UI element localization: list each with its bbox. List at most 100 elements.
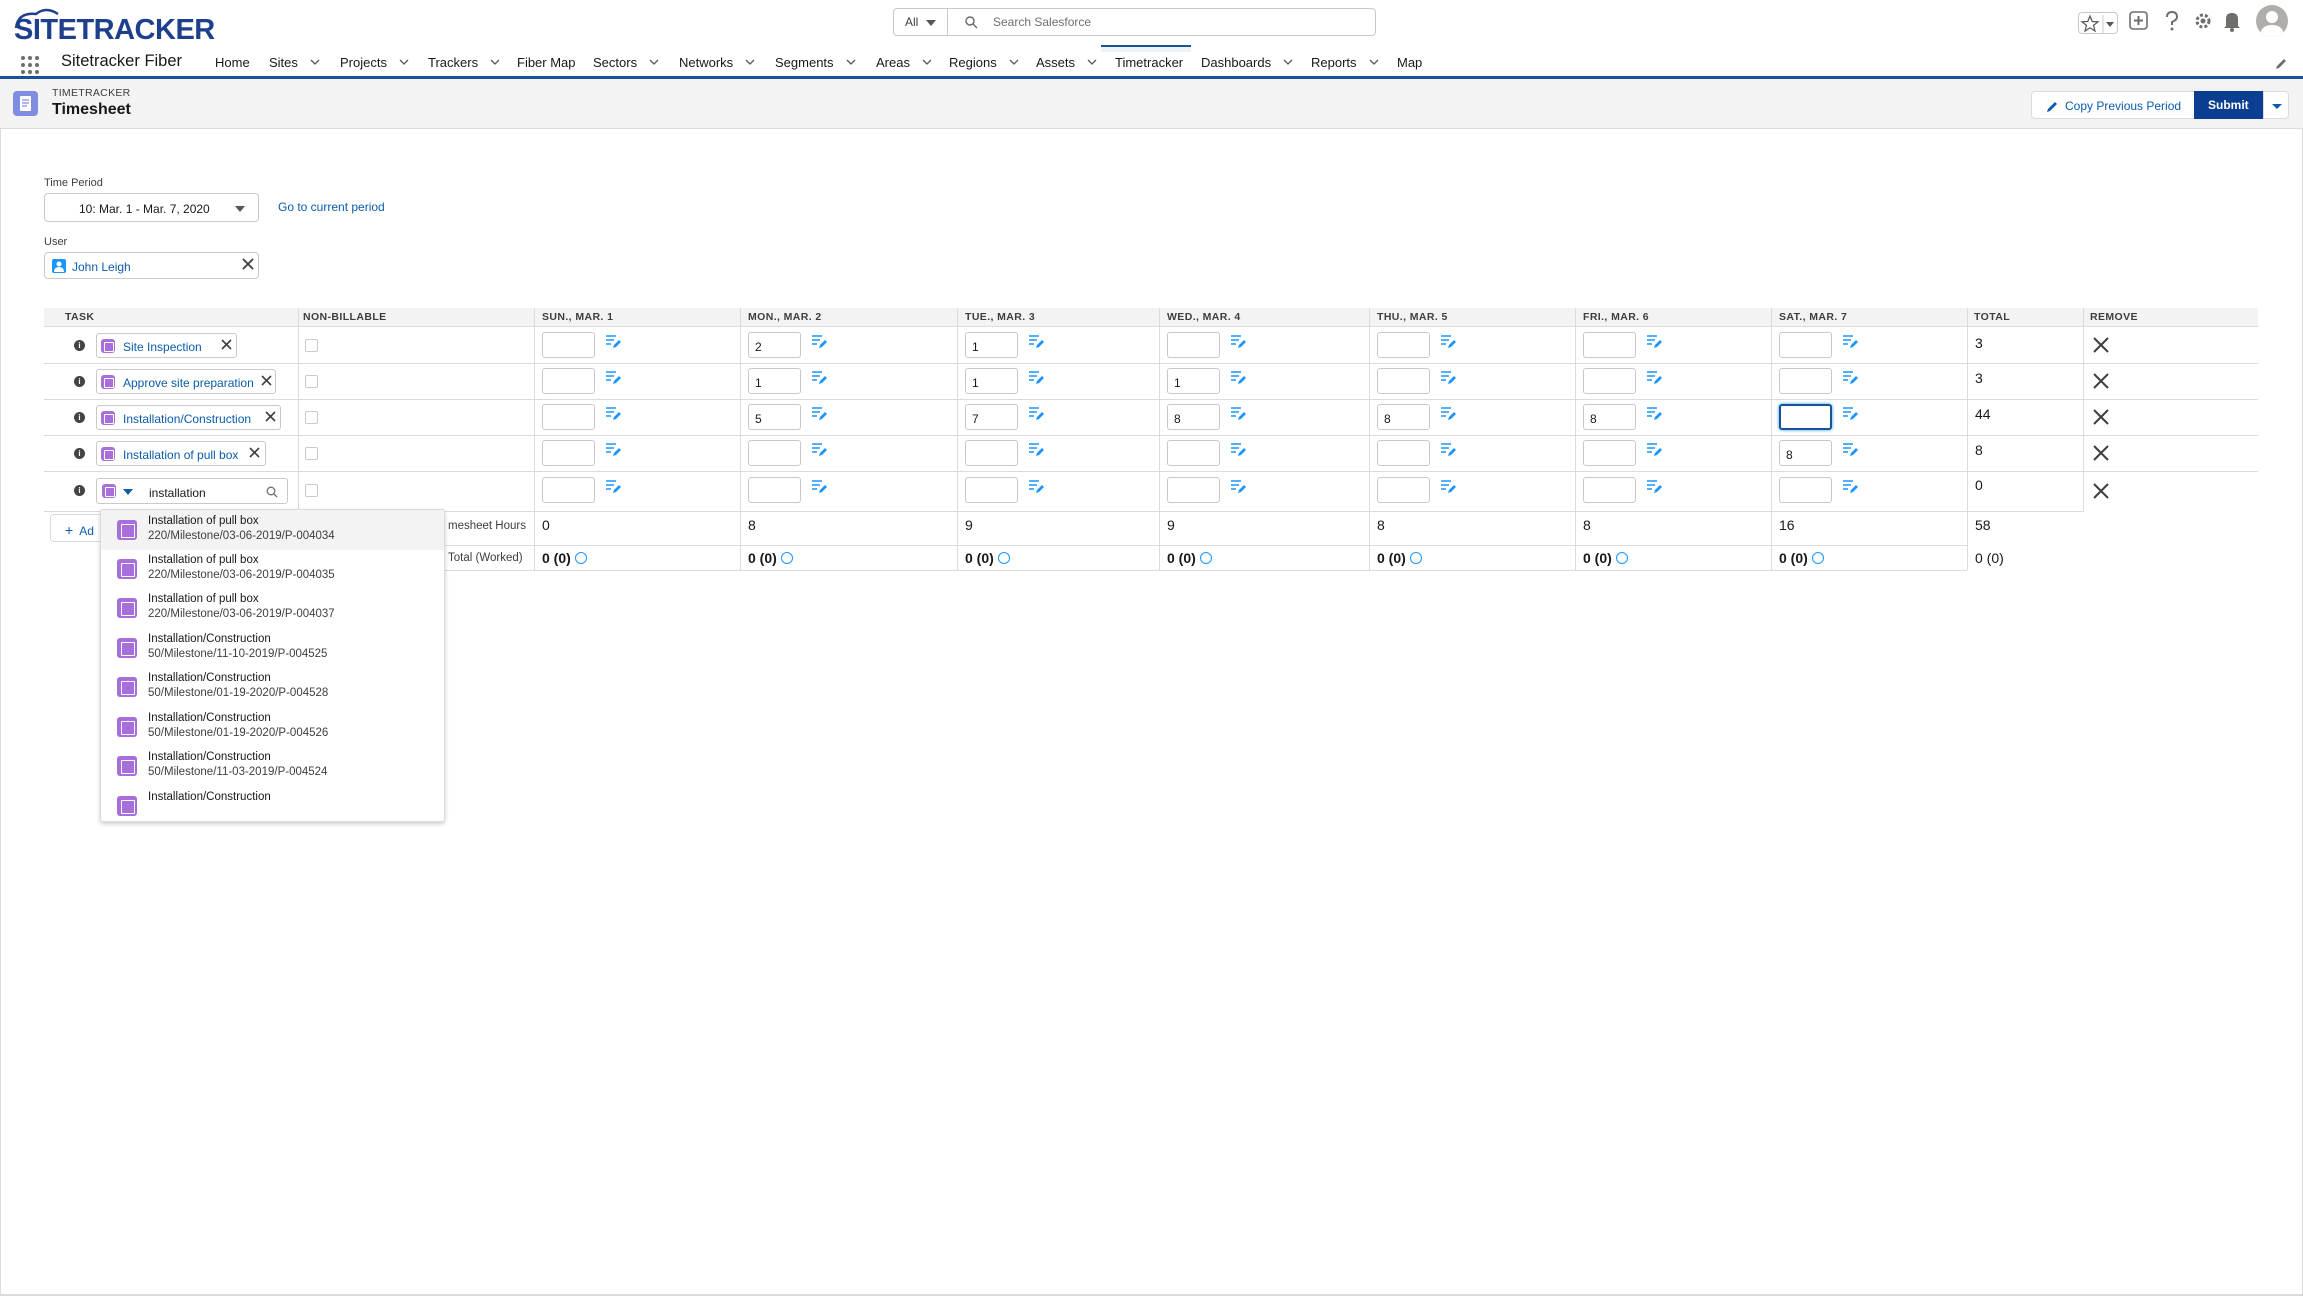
- help-button[interactable]: [2163, 10, 2181, 34]
- close-icon[interactable]: [221, 339, 232, 350]
- app-launcher-icon[interactable]: [20, 55, 40, 75]
- clock-icon[interactable]: [1409, 552, 1422, 564]
- setup-button[interactable]: [2193, 10, 2213, 34]
- chevron-down-icon[interactable]: [1369, 59, 1379, 65]
- add-note-icon[interactable]: [1439, 405, 1456, 421]
- task-search-input[interactable]: installation: [96, 478, 288, 504]
- clock-icon[interactable]: [1811, 552, 1824, 564]
- list-item[interactable]: Installation of pull box 220/Milestone/03…: [101, 549, 444, 589]
- add-note-icon[interactable]: [1645, 405, 1662, 421]
- hours-input-fri[interactable]: [1583, 477, 1636, 503]
- task-pill[interactable]: Site Inspection: [96, 333, 237, 358]
- nav-item-home[interactable]: Home: [215, 55, 250, 70]
- nav-item-areas[interactable]: Areas: [876, 55, 932, 70]
- hours-input-thu[interactable]: 8: [1377, 404, 1430, 430]
- avatar[interactable]: [2256, 5, 2288, 37]
- add-note-icon[interactable]: [1645, 333, 1662, 349]
- nonbillable-checkbox[interactable]: [305, 484, 318, 497]
- add-note-icon[interactable]: [1439, 333, 1456, 349]
- task-pill[interactable]: Installation/Construction: [96, 405, 281, 430]
- remove-row-icon[interactable]: [2093, 409, 2109, 425]
- add-note-icon[interactable]: [1439, 369, 1456, 385]
- add-note-icon[interactable]: [604, 369, 621, 385]
- clock-icon[interactable]: [997, 552, 1010, 564]
- go-to-current-period-link[interactable]: Go to current period: [278, 200, 385, 214]
- hours-input-fri[interactable]: [1583, 368, 1636, 394]
- hours-input-wed[interactable]: 8: [1167, 404, 1220, 430]
- close-icon[interactable]: [261, 375, 272, 386]
- chevron-down-icon[interactable]: [399, 59, 409, 65]
- hours-input-sun[interactable]: [542, 440, 595, 466]
- nonbillable-checkbox[interactable]: [305, 447, 318, 460]
- hours-input-sat[interactable]: [1779, 404, 1832, 430]
- add-note-icon[interactable]: [1229, 333, 1246, 349]
- edit-nav-icon[interactable]: [2274, 57, 2288, 71]
- hours-input-sun[interactable]: [542, 368, 595, 394]
- add-note-icon[interactable]: [1645, 478, 1662, 494]
- hours-input-sun[interactable]: [542, 404, 595, 430]
- chevron-down-icon[interactable]: [649, 59, 659, 65]
- nav-item-sites[interactable]: Sites: [269, 55, 320, 70]
- search-scope-select[interactable]: All: [893, 8, 947, 36]
- nav-item-projects[interactable]: Projects: [340, 55, 409, 70]
- chevron-down-icon[interactable]: [1009, 59, 1019, 65]
- notifications-button[interactable]: [2222, 10, 2242, 34]
- add-note-icon[interactable]: [1645, 441, 1662, 457]
- add-note-icon[interactable]: [1229, 405, 1246, 421]
- nonbillable-checkbox[interactable]: [305, 375, 318, 388]
- hours-input-tue[interactable]: 1: [965, 368, 1018, 394]
- info-icon[interactable]: i: [74, 485, 85, 496]
- add-note-icon[interactable]: [1841, 405, 1858, 421]
- add-note-icon[interactable]: [1229, 478, 1246, 494]
- hours-input-sat[interactable]: [1779, 477, 1832, 503]
- clock-icon[interactable]: [1199, 552, 1212, 564]
- remove-row-icon[interactable]: [2093, 483, 2109, 499]
- chevron-down-icon[interactable]: [1283, 59, 1293, 65]
- clock-icon[interactable]: [780, 552, 793, 564]
- hours-input-wed[interactable]: [1167, 332, 1220, 358]
- nav-item-networks[interactable]: Networks: [679, 55, 755, 70]
- remove-row-icon[interactable]: [2093, 373, 2109, 389]
- add-note-icon[interactable]: [1645, 369, 1662, 385]
- clock-icon[interactable]: [1615, 552, 1628, 564]
- add-note-icon[interactable]: [810, 369, 827, 385]
- hours-input-mon[interactable]: [748, 477, 801, 503]
- hours-input-mon[interactable]: 5: [748, 404, 801, 430]
- nav-item-timetracker[interactable]: Timetracker: [1115, 55, 1183, 70]
- hours-input-wed[interactable]: [1167, 477, 1220, 503]
- hours-input-fri[interactable]: [1583, 332, 1636, 358]
- nav-item-map[interactable]: Map: [1397, 55, 1422, 70]
- sitetracker-logo[interactable]: SITETRACKER: [12, 6, 215, 46]
- chevron-down-icon[interactable]: [1087, 59, 1097, 65]
- remove-row-icon[interactable]: [2093, 445, 2109, 461]
- hours-input-sat[interactable]: [1779, 368, 1832, 394]
- add-note-icon[interactable]: [810, 405, 827, 421]
- hours-input-tue[interactable]: 7: [965, 404, 1018, 430]
- add-note-icon[interactable]: [810, 478, 827, 494]
- chevron-down-icon[interactable]: [490, 59, 500, 65]
- add-note-icon[interactable]: [1841, 369, 1858, 385]
- hours-input-tue[interactable]: [965, 477, 1018, 503]
- hours-input-tue[interactable]: 1: [965, 332, 1018, 358]
- chevron-down-icon[interactable]: [123, 489, 133, 495]
- hours-input-sun[interactable]: [542, 332, 595, 358]
- close-icon[interactable]: [242, 258, 254, 270]
- hours-input-sun[interactable]: [542, 477, 595, 503]
- add-note-icon[interactable]: [1027, 478, 1044, 494]
- add-note-icon[interactable]: [1439, 441, 1456, 457]
- chevron-down-icon[interactable]: [310, 59, 320, 65]
- nav-item-dashboards[interactable]: Dashboards: [1201, 55, 1293, 70]
- hours-input-mon[interactable]: 2: [748, 332, 801, 358]
- nav-item-regions[interactable]: Regions: [949, 55, 1019, 70]
- add-note-icon[interactable]: [604, 478, 621, 494]
- add-note-icon[interactable]: [1027, 405, 1044, 421]
- remove-row-icon[interactable]: [2093, 337, 2109, 353]
- add-note-icon[interactable]: [1841, 478, 1858, 494]
- add-note-icon[interactable]: [604, 405, 621, 421]
- submit-button[interactable]: Submit: [2194, 91, 2263, 119]
- hours-input-thu[interactable]: [1377, 332, 1430, 358]
- add-note-icon[interactable]: [1027, 369, 1044, 385]
- list-item[interactable]: Installation/Construction: [101, 786, 444, 821]
- hours-input-thu[interactable]: [1377, 477, 1430, 503]
- add-note-icon[interactable]: [810, 441, 827, 457]
